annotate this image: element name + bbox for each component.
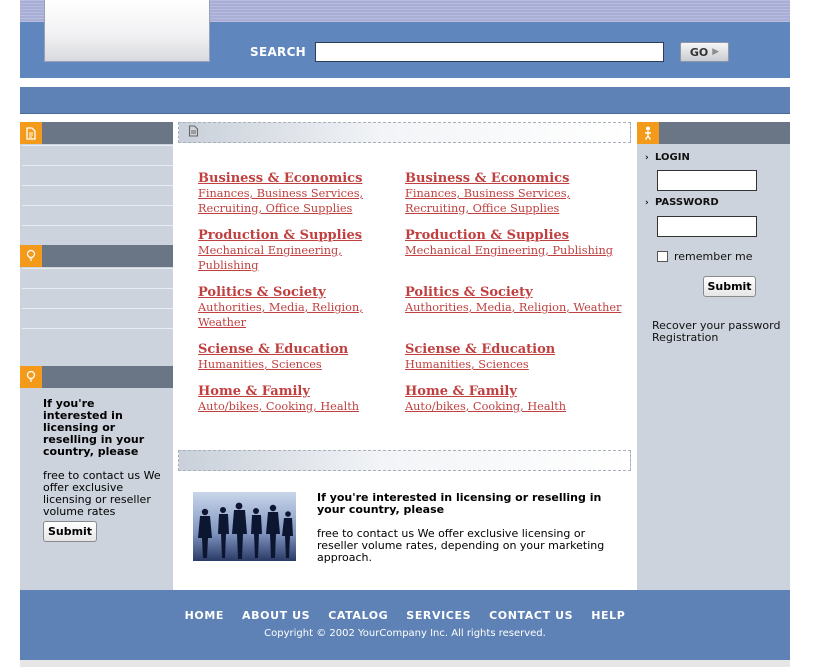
category-item[interactable]: Home & Family Auto/bikes, Cooking, Healt… <box>198 384 373 414</box>
arrow-right-icon: ▶ <box>712 47 720 57</box>
go-label: GO <box>689 45 709 59</box>
center-promo-text: free to contact us We offer exclusive li… <box>317 527 605 564</box>
login-submit-button[interactable]: Submit <box>703 276 756 297</box>
bulb-icon <box>20 366 42 388</box>
sidebar-item[interactable] <box>22 308 173 327</box>
category-desc[interactable]: Mechanical Engineering, Publishing <box>405 243 625 258</box>
login-input[interactable] <box>657 170 757 191</box>
footer <box>20 590 790 660</box>
category-title[interactable]: Home & Family <box>405 384 625 399</box>
left-sidebar-header-3 <box>20 366 173 388</box>
footer-nav: HOME ABOUT US CATALOG SERVICES CONTACT U… <box>20 609 790 622</box>
remember-me[interactable]: remember me <box>657 250 753 263</box>
category-desc[interactable]: Authorities, Media, Religion, Weather <box>405 300 625 315</box>
copyright: Copyright © 2002 YourCompany Inc. All ri… <box>264 628 546 639</box>
category-title[interactable]: Business & Economics <box>405 171 580 186</box>
footer-link-catalog[interactable]: CATALOG <box>328 609 388 622</box>
footer-link-home[interactable]: HOME <box>185 609 224 622</box>
remember-label: remember me <box>674 250 753 263</box>
category-title[interactable]: Sciense & Education <box>198 342 373 357</box>
center-divider-box <box>178 450 631 471</box>
left-submit-button[interactable]: Submit <box>43 521 97 542</box>
chevron-right-icon: › <box>645 153 649 163</box>
category-desc[interactable]: Authorities, Media, Religion, Weather <box>198 300 373 330</box>
bulb-icon <box>20 245 42 267</box>
category-title[interactable]: Sciense & Education <box>405 342 625 357</box>
center-promo-heading: If you're interested in licensing or res… <box>317 491 602 516</box>
left-sidebar-header-1 <box>20 122 173 144</box>
remember-checkbox[interactable] <box>657 251 668 262</box>
category-item[interactable]: Sciense & Education Humanities, Sciences <box>198 342 373 372</box>
left-promo-heading: If you're interested in licensing or res… <box>43 397 145 458</box>
category-desc[interactable]: Humanities, Sciences <box>198 357 373 372</box>
password-label: › PASSWORD <box>645 197 719 208</box>
sidebar-item[interactable] <box>22 328 173 347</box>
chevron-right-icon: › <box>645 198 649 208</box>
login-label: › LOGIN <box>645 152 690 163</box>
category-desc[interactable]: Mechanical Engineering, Publishing <box>198 243 373 273</box>
category-title[interactable]: Production & Supplies <box>405 228 625 243</box>
bottom-strip <box>20 660 790 667</box>
category-desc[interactable]: Auto/bikes, Cooking, Health <box>405 399 625 414</box>
left-promo: If you're interested in licensing or res… <box>43 398 161 518</box>
footer-link-services[interactable]: SERVICES <box>406 609 471 622</box>
business-people-photo <box>193 492 296 561</box>
category-title[interactable]: Business & Economics <box>198 171 373 186</box>
right-sidebar-header <box>637 122 790 144</box>
left-sidebar-header-2 <box>20 245 173 267</box>
search-input[interactable] <box>315 42 664 62</box>
footer-link-about-us[interactable]: ABOUT US <box>242 609 310 622</box>
go-button[interactable]: GO ▶ <box>680 42 729 62</box>
footer-link-help[interactable]: HELP <box>591 609 625 622</box>
category-item[interactable]: Business & Economics Finances, Business … <box>405 171 580 216</box>
password-input[interactable] <box>657 216 757 237</box>
category-desc[interactable]: Finances, Business Services, Recruiting,… <box>405 186 580 216</box>
sidebar-item[interactable] <box>22 225 173 244</box>
category-item[interactable]: Sciense & Education Humanities, Sciences <box>405 342 625 372</box>
category-title[interactable]: Politics & Society <box>198 285 373 300</box>
category-item[interactable]: Home & Family Auto/bikes, Cooking, Healt… <box>405 384 625 414</box>
category-item[interactable]: Production & Supplies Mechanical Enginee… <box>198 228 373 273</box>
document-icon <box>188 125 199 140</box>
registration-link[interactable]: Registration <box>652 332 780 344</box>
nav-bar <box>20 87 790 114</box>
sidebar-item[interactable] <box>22 205 173 224</box>
document-icon <box>20 122 42 144</box>
footer-link-contact-us[interactable]: CONTACT US <box>489 609 573 622</box>
logo-area <box>44 0 210 62</box>
category-desc[interactable]: Humanities, Sciences <box>405 357 625 372</box>
right-sidebar <box>637 122 790 590</box>
account-links: Recover your password Registration <box>652 320 780 344</box>
sidebar-item[interactable] <box>22 145 173 164</box>
left-promo-text: free to contact us We offer exclusive li… <box>43 469 161 518</box>
search-label: SEARCH <box>250 45 307 59</box>
category-item[interactable]: Politics & Society Authorities, Media, R… <box>198 285 373 330</box>
category-title[interactable]: Politics & Society <box>405 285 625 300</box>
person-icon <box>637 122 659 144</box>
header-divider <box>20 78 790 86</box>
category-item[interactable]: Business & Economics Finances, Business … <box>198 171 373 216</box>
category-title[interactable]: Production & Supplies <box>198 228 373 243</box>
category-item[interactable]: Politics & Society Authorities, Media, R… <box>405 285 625 315</box>
category-item[interactable]: Production & Supplies Mechanical Enginee… <box>405 228 625 258</box>
center-header-box <box>178 122 631 143</box>
category-desc[interactable]: Finances, Business Services, Recruiting,… <box>198 186 373 216</box>
category-desc[interactable]: Auto/bikes, Cooking, Health <box>198 399 373 414</box>
center-promo: If you're interested in licensing or res… <box>317 492 617 564</box>
sidebar-item[interactable] <box>22 185 173 204</box>
category-title[interactable]: Home & Family <box>198 384 373 399</box>
sidebar-item[interactable] <box>22 268 173 287</box>
sidebar-item[interactable] <box>22 165 173 184</box>
sidebar-item[interactable] <box>22 288 173 307</box>
